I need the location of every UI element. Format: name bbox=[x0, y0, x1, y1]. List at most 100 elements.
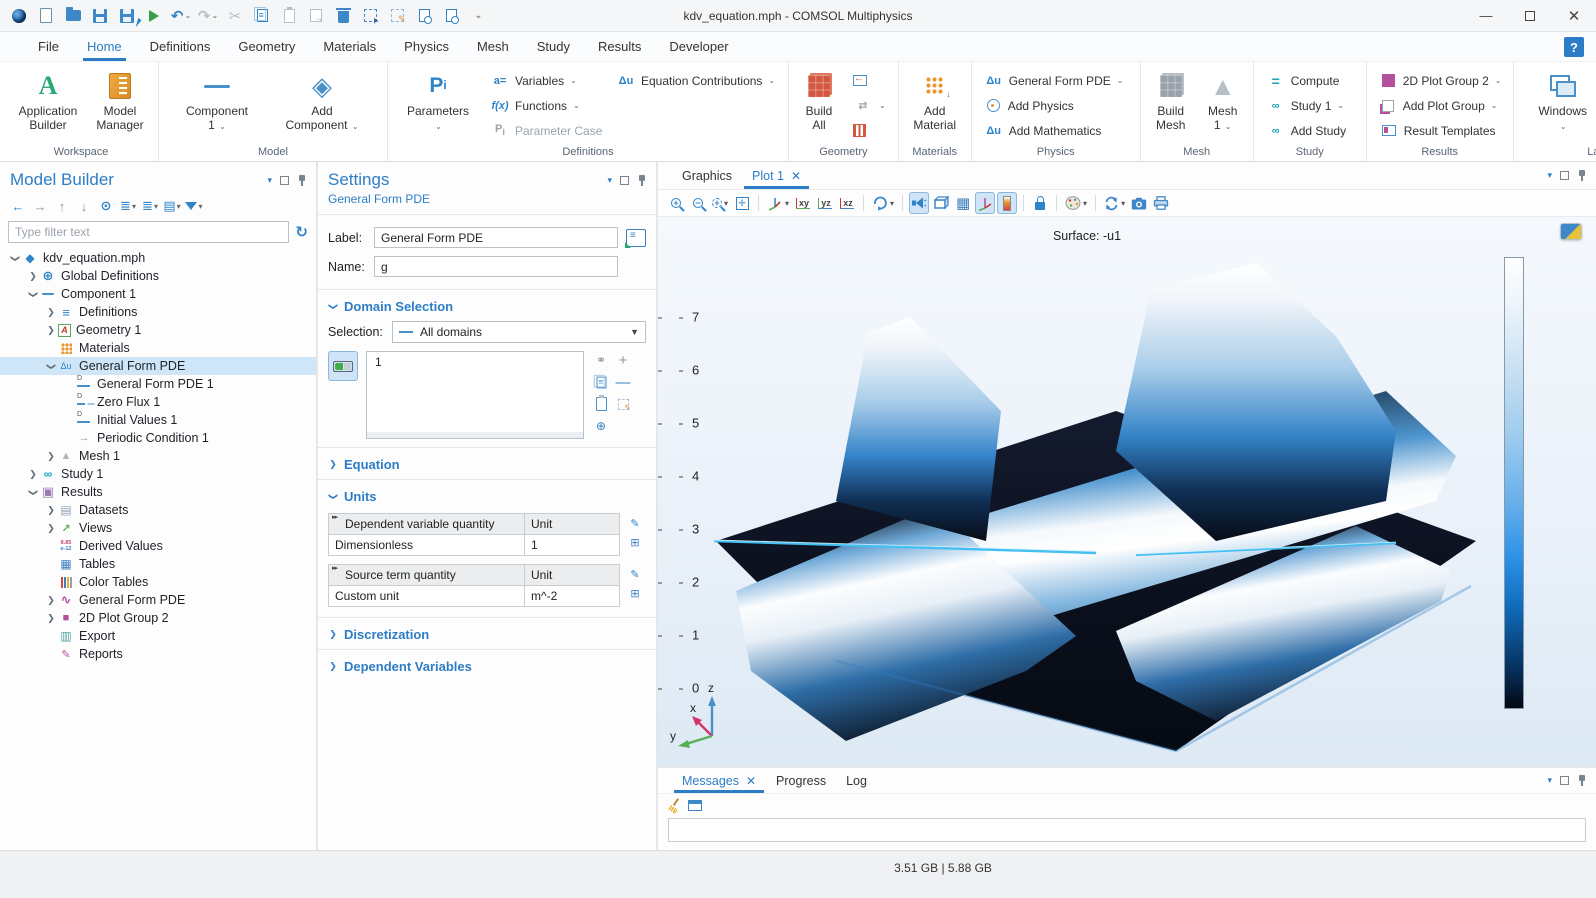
mesh1-button[interactable]: ▲ Mesh 1 ⌄ bbox=[1201, 68, 1245, 135]
add-icon[interactable]: + bbox=[614, 351, 632, 369]
selection-dropdown[interactable]: All domains ▼ bbox=[392, 321, 646, 343]
new-file-icon[interactable] bbox=[33, 3, 59, 29]
collapse-icon[interactable]: ≣▾ bbox=[140, 196, 160, 216]
tree-item-general-form-pde1[interactable]: General Form PDE 1 bbox=[0, 375, 316, 393]
show-colorbar-icon[interactable] bbox=[997, 192, 1017, 214]
filter-icon[interactable]: ▾ bbox=[184, 196, 204, 216]
parameter-case-button[interactable]: PiParameter Case bbox=[486, 118, 598, 143]
tree-item-materials[interactable]: Materials bbox=[0, 339, 316, 357]
result-templates-button[interactable]: Result Templates bbox=[1375, 118, 1505, 143]
node-grouping-icon[interactable]: ▤▾ bbox=[162, 196, 182, 216]
tab-progress[interactable]: Progress bbox=[766, 768, 836, 793]
tab-definitions[interactable]: Definitions bbox=[136, 32, 225, 61]
lock-icon[interactable] bbox=[1030, 192, 1050, 214]
find-in-model-icon[interactable] bbox=[438, 3, 464, 29]
duplicate-icon[interactable] bbox=[303, 3, 329, 29]
help-button[interactable]: ? bbox=[1564, 37, 1584, 57]
zoom-extents-icon[interactable]: ✛ bbox=[732, 192, 752, 214]
build-mesh-button[interactable]: Build Mesh bbox=[1149, 68, 1193, 135]
redo-icon[interactable]: ↷⌄ bbox=[195, 3, 221, 29]
rotate-icon[interactable]: ▾ bbox=[870, 192, 896, 214]
save-icon[interactable] bbox=[87, 3, 113, 29]
geometry-import-button[interactable] bbox=[849, 68, 890, 93]
tab-messages[interactable]: Messages✕ bbox=[672, 768, 766, 793]
tab-plot1[interactable]: Plot 1✕ bbox=[742, 162, 811, 189]
tree-item-initial-values1[interactable]: Initial Values 1 bbox=[0, 411, 316, 429]
view-xy-icon[interactable]: xy bbox=[793, 192, 813, 214]
pin-icon[interactable] bbox=[637, 174, 646, 187]
plot-group2-button[interactable]: 2D Plot Group 2⌄ bbox=[1375, 68, 1505, 93]
clear-icon[interactable] bbox=[668, 798, 682, 812]
add-physics-button[interactable]: Add Physics bbox=[980, 93, 1132, 118]
copy-icon[interactable] bbox=[249, 3, 275, 29]
edit-cell-icon[interactable] bbox=[626, 585, 644, 601]
zoom-out-icon[interactable]: − bbox=[688, 192, 708, 214]
equation-contributions-button[interactable]: ΔuEquation Contributions⌄ bbox=[612, 68, 780, 93]
component1-button[interactable]: Component 1 ⌄ bbox=[181, 68, 253, 135]
messages-output[interactable] bbox=[668, 818, 1586, 842]
table-cell[interactable]: m^-2 bbox=[525, 586, 619, 606]
copy-selection-icon[interactable] bbox=[592, 373, 610, 391]
tree-item-root[interactable]: ❯kdv_equation.mph bbox=[0, 249, 316, 267]
tab-home[interactable]: Home bbox=[73, 32, 136, 61]
tree-item-general-form-pde[interactable]: ❯General Form PDE bbox=[0, 357, 316, 375]
tree-item-geometry1[interactable]: ❯Geometry 1 bbox=[0, 321, 316, 339]
tree-filter-input[interactable] bbox=[8, 221, 289, 243]
float-panel-icon[interactable] bbox=[280, 176, 289, 185]
tab-results[interactable]: Results bbox=[584, 32, 655, 61]
pin-icon[interactable] bbox=[297, 174, 306, 187]
add-plot-group-button[interactable]: Add Plot Group⌄ bbox=[1375, 93, 1505, 118]
grid-icon[interactable]: ▦ bbox=[953, 192, 973, 214]
pin-icon[interactable] bbox=[1577, 169, 1586, 182]
model-manager-button[interactable]: Model Manager bbox=[90, 68, 150, 135]
zoom-in-icon[interactable]: + bbox=[666, 192, 686, 214]
table-cell[interactable]: Dimensionless bbox=[329, 535, 525, 555]
windows-button[interactable]: Windows⌄ bbox=[1534, 68, 1592, 148]
study1-button[interactable]: ∞Study 1⌄ bbox=[1262, 93, 1358, 118]
work-plane-button[interactable] bbox=[849, 118, 890, 143]
undo-icon[interactable]: ↶⌄ bbox=[168, 3, 194, 29]
active-toggle-button[interactable] bbox=[328, 351, 358, 381]
table-cell[interactable]: Custom unit bbox=[329, 586, 525, 606]
close-icon[interactable]: ✕ bbox=[791, 169, 801, 183]
refresh-icon[interactable]: ↻ bbox=[295, 223, 308, 241]
application-builder-button[interactable]: A Application Builder bbox=[12, 68, 84, 135]
section-domain-selection[interactable]: ❯Domain Selection bbox=[318, 292, 656, 319]
open-icon[interactable] bbox=[60, 3, 86, 29]
snapshot-icon[interactable] bbox=[1129, 192, 1149, 214]
edit-cell-icon[interactable] bbox=[626, 534, 644, 550]
panel-menu-icon[interactable]: ▾ bbox=[1547, 170, 1552, 181]
zoom-to-selection-icon[interactable]: ⊕ bbox=[592, 417, 610, 435]
tab-mesh[interactable]: Mesh bbox=[463, 32, 523, 61]
tab-log[interactable]: Log bbox=[836, 768, 877, 793]
panel-menu-icon[interactable]: ▾ bbox=[1547, 775, 1552, 786]
add-mathematics-button[interactable]: ΔuAdd Mathematics bbox=[980, 118, 1132, 143]
float-panel-icon[interactable] bbox=[620, 176, 629, 185]
compute-button[interactable]: =Compute bbox=[1262, 68, 1358, 93]
view-yz-icon[interactable]: yz bbox=[815, 192, 835, 214]
add-component-button[interactable]: ◈ Add Component ⌄ bbox=[279, 68, 365, 135]
physics-interface-button[interactable]: ΔuGeneral Form PDE⌄ bbox=[980, 68, 1132, 93]
delete-icon[interactable] bbox=[330, 3, 356, 29]
close-icon[interactable]: ✕ bbox=[746, 774, 756, 788]
section-equation[interactable]: ❯Equation bbox=[318, 450, 656, 477]
find-icon[interactable] bbox=[411, 3, 437, 29]
tree-item-datasets[interactable]: ❯Datasets bbox=[0, 501, 316, 519]
customize-toolbar-icon[interactable]: ⌄ bbox=[465, 3, 491, 29]
rename-icon[interactable] bbox=[626, 229, 646, 247]
tab-geometry[interactable]: Geometry bbox=[224, 32, 309, 61]
run-icon[interactable] bbox=[141, 3, 167, 29]
panel-menu-icon[interactable]: ▾ bbox=[267, 175, 272, 186]
functions-button[interactable]: f(x)Functions⌄ bbox=[486, 93, 598, 118]
panel-menu-icon[interactable]: ▾ bbox=[607, 175, 612, 186]
cut-icon[interactable]: ✂ bbox=[222, 3, 248, 29]
tree-item-export[interactable]: Export bbox=[0, 627, 316, 645]
plot-properties-icon[interactable] bbox=[1560, 223, 1582, 240]
name-field[interactable] bbox=[374, 256, 618, 277]
plot-canvas[interactable]: Surface: -u1 bbox=[658, 217, 1596, 766]
create-selection-icon[interactable]: ⚭ bbox=[592, 351, 610, 369]
tree-item-results-pde[interactable]: ❯General Form PDE bbox=[0, 591, 316, 609]
tree-item-global-definitions[interactable]: ❯Global Definitions bbox=[0, 267, 316, 285]
view-xz-icon[interactable]: xz bbox=[837, 192, 857, 214]
section-units[interactable]: ❯Units bbox=[318, 482, 656, 509]
